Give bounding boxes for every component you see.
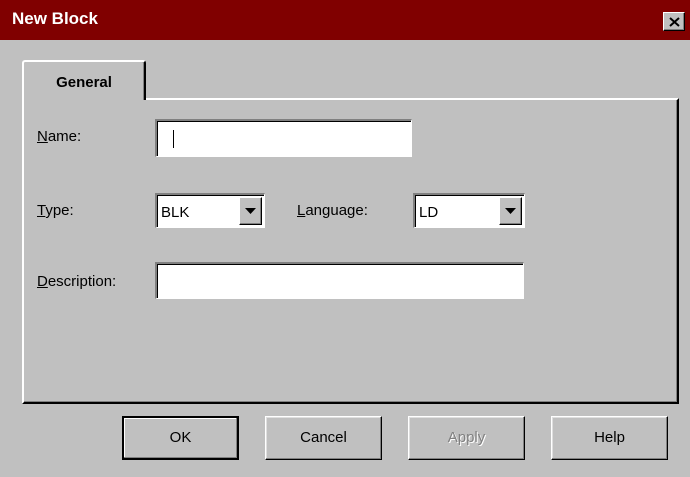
language-dropdown-button[interactable] <box>499 197 522 225</box>
language-label: Language: <box>297 202 368 219</box>
title-bar[interactable]: New Block <box>0 0 690 40</box>
help-button[interactable]: Help <box>551 416 668 460</box>
chevron-down-icon <box>505 208 516 214</box>
text-caret <box>173 130 174 148</box>
type-value: BLK <box>161 204 190 221</box>
apply-button: Apply <box>408 416 525 460</box>
description-input[interactable] <box>155 262 524 299</box>
type-label: Type: <box>37 202 74 219</box>
cancel-button[interactable]: Cancel <box>265 416 382 460</box>
language-value: LD <box>419 204 439 221</box>
close-icon <box>669 17 680 27</box>
close-button[interactable] <box>663 12 685 31</box>
tab-general[interactable]: General <box>22 60 146 100</box>
type-select[interactable]: BLK <box>155 193 265 228</box>
language-select[interactable]: LD <box>413 193 525 228</box>
description-label: Description: <box>37 273 117 290</box>
name-label: Name: <box>37 128 82 145</box>
window-title: New Block <box>12 9 98 28</box>
name-input[interactable] <box>155 119 412 157</box>
chevron-down-icon <box>245 208 256 214</box>
tab-general-label: General <box>56 74 112 91</box>
ok-button[interactable]: OK <box>122 416 239 460</box>
type-dropdown-button[interactable] <box>239 197 262 225</box>
